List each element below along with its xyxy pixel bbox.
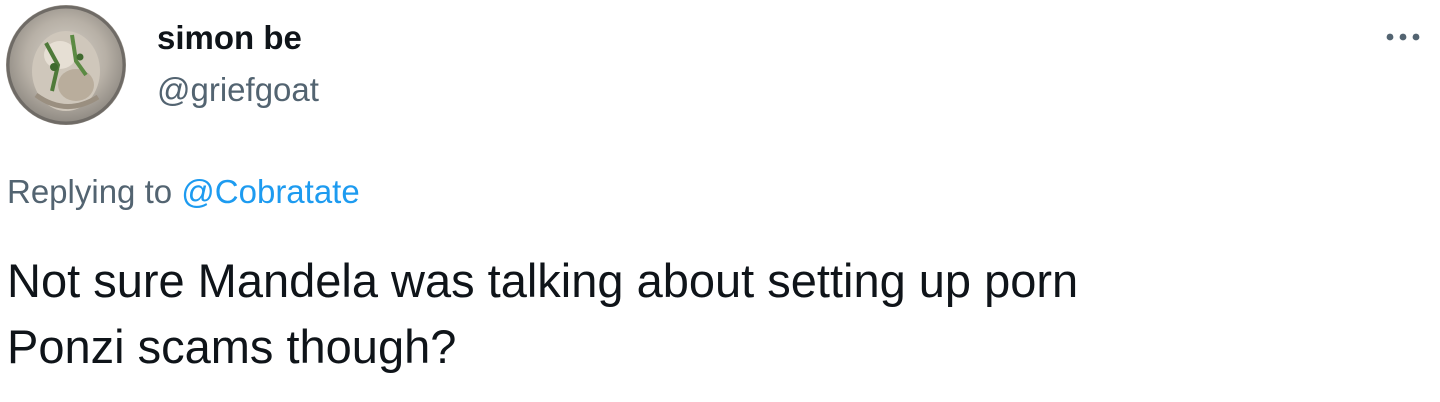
more-options-button[interactable]: [1382, 22, 1424, 52]
profile-photo-icon: [6, 5, 126, 125]
author-handle[interactable]: @griefgoat: [157, 70, 319, 110]
author-display-name[interactable]: simon be: [157, 18, 302, 58]
avatar[interactable]: [6, 5, 126, 125]
tweet: simon be @griefgoat Replying to @Cobrata…: [0, 0, 1440, 402]
more-horizontal-icon: [1386, 33, 1420, 41]
tweet-text: Not sure Mandela was talking about setti…: [7, 254, 1079, 373]
replying-to-label: Replying to: [7, 173, 173, 210]
reply-mention-link[interactable]: @Cobratate: [181, 173, 359, 210]
replying-to-line: Replying to @Cobratate: [7, 170, 360, 214]
